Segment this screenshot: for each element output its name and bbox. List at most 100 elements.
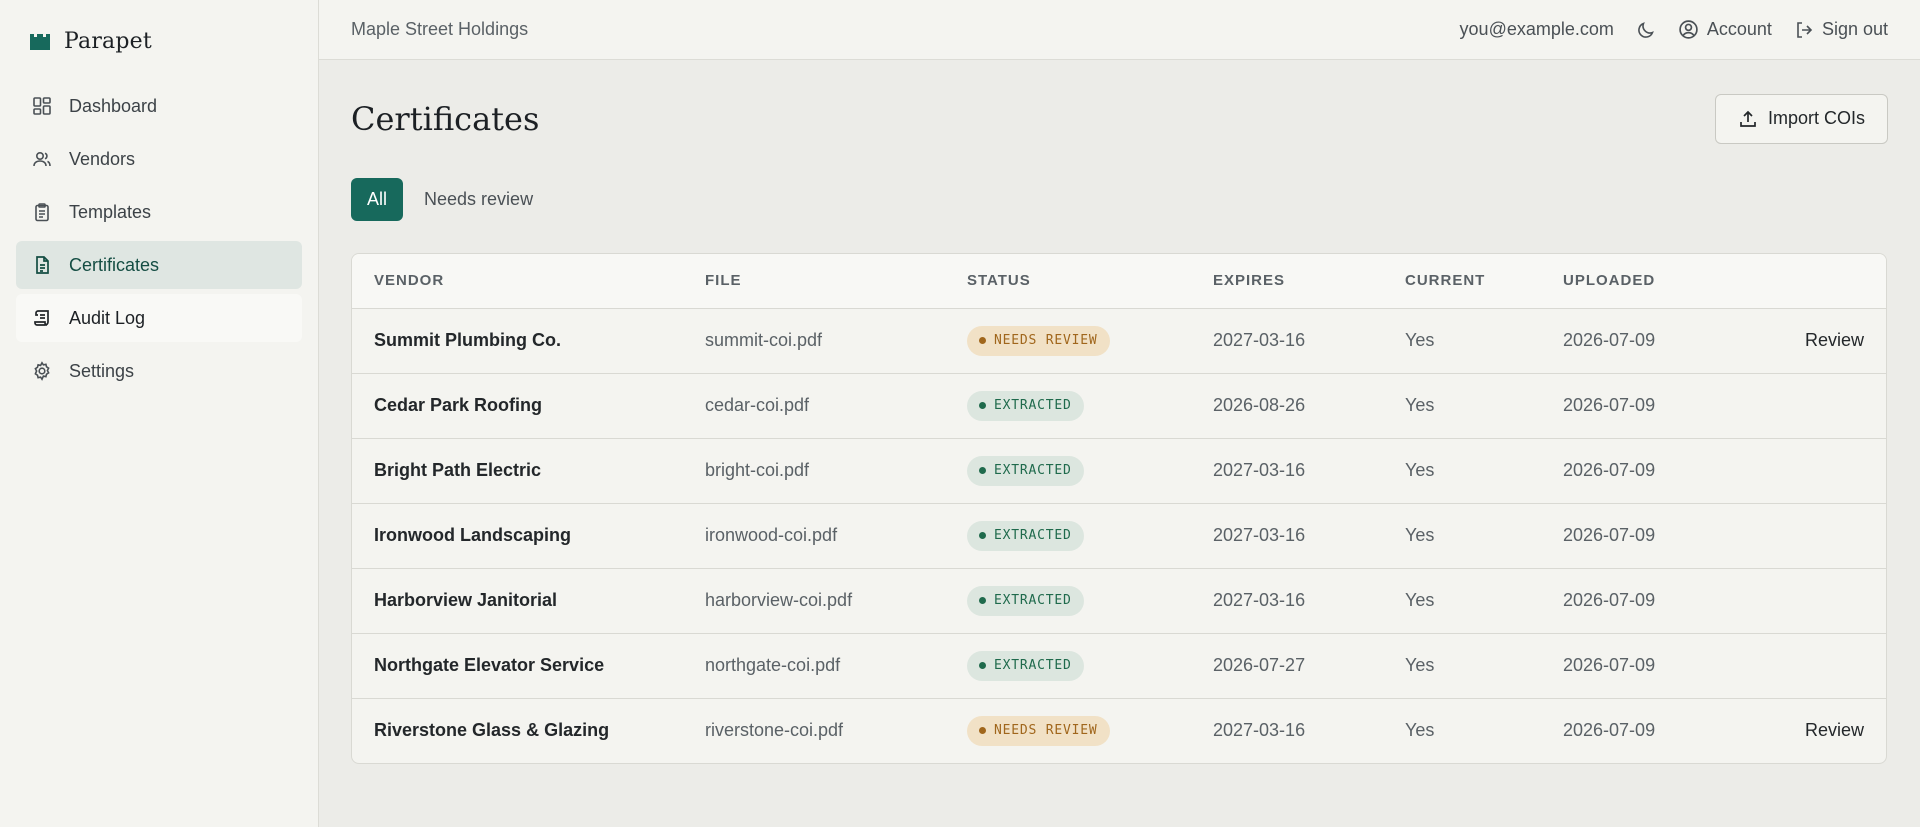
status-label: EXTRACTED bbox=[994, 528, 1072, 543]
table-header-row: VENDOR FILE STATUS EXPIRES CURRENT UPLOA… bbox=[352, 254, 1886, 309]
page-content: Certificates Import COIs All Needs revie… bbox=[319, 60, 1920, 764]
sidebar-item-templates[interactable]: Templates bbox=[16, 188, 302, 236]
row-action-cell bbox=[1743, 503, 1886, 569]
sidebar-item-audit-log[interactable]: Audit Log bbox=[16, 294, 302, 342]
status-label: NEEDS REVIEW bbox=[994, 333, 1098, 348]
sidebar-item-label: Dashboard bbox=[69, 95, 158, 116]
status-label: EXTRACTED bbox=[994, 658, 1072, 673]
sidebar-item-dashboard[interactable]: Dashboard bbox=[16, 82, 302, 130]
column-header-vendor[interactable]: VENDOR bbox=[352, 254, 705, 309]
table-row[interactable]: Harborview Janitorial harborview-coi.pdf… bbox=[352, 568, 1886, 634]
column-header-file[interactable]: FILE bbox=[705, 254, 967, 309]
row-action-cell bbox=[1743, 633, 1886, 699]
vendor-name: Northgate Elevator Service bbox=[352, 633, 705, 699]
sidebar-item-label: Settings bbox=[69, 360, 135, 381]
document-icon bbox=[36, 256, 49, 274]
uploaded-date: 2026-07-09 bbox=[1563, 633, 1743, 699]
sidebar-item-label: Audit Log bbox=[69, 307, 146, 328]
uploaded-date: 2026-07-09 bbox=[1563, 438, 1743, 504]
status-badge: NEEDS REVIEW bbox=[967, 325, 1110, 356]
status-dot bbox=[979, 532, 986, 539]
expires-date: 2027-03-16 bbox=[1213, 720, 1306, 741]
sign-out-link[interactable]: Sign out bbox=[1794, 19, 1888, 40]
sign-out-label: Sign out bbox=[1821, 19, 1888, 39]
status-badge: EXTRACTED bbox=[967, 390, 1084, 421]
table-row[interactable]: Riverstone Glass & Glazing riverstone-co… bbox=[352, 698, 1886, 763]
status-dot bbox=[979, 402, 986, 409]
page-header: Certificates Import COIs bbox=[351, 60, 1888, 177]
vendor-name: Ironwood Landscaping bbox=[352, 503, 705, 569]
current-flag: Yes bbox=[1405, 438, 1563, 504]
status-label: EXTRACTED bbox=[994, 398, 1072, 413]
table-row[interactable]: Cedar Park Roofing cedar-coi.pdf EXTRACT… bbox=[352, 373, 1886, 439]
vendor-name: Bright Path Electric bbox=[352, 438, 705, 504]
status-dot bbox=[979, 727, 986, 735]
uploaded-date: 2026-07-09 bbox=[1563, 568, 1743, 634]
vendor-name: Cedar Park Roofing bbox=[352, 373, 705, 439]
sidebar-item-vendors[interactable]: Vendors bbox=[16, 135, 302, 183]
status-label: EXTRACTED bbox=[994, 463, 1072, 478]
expires-date: 2027-03-16 bbox=[1213, 438, 1405, 504]
row-action-cell bbox=[1743, 568, 1886, 634]
file-name: bright-coi.pdf bbox=[705, 438, 967, 504]
upload-icon bbox=[1740, 110, 1756, 127]
uploaded-date: 2026-07-09 bbox=[1563, 720, 1656, 741]
status-dot bbox=[979, 337, 986, 344]
import-cois-label: Import COIs bbox=[1767, 108, 1865, 128]
clipboard-icon bbox=[35, 203, 49, 222]
status-dot bbox=[979, 662, 986, 669]
sign-out-icon bbox=[1797, 21, 1813, 38]
certificates-table: VENDOR FILE STATUS EXPIRES CURRENT UPLOA… bbox=[351, 253, 1887, 764]
status-badge: EXTRACTED bbox=[967, 585, 1084, 616]
status-label: NEEDS REVIEW bbox=[994, 723, 1098, 739]
status-badge: EXTRACTED bbox=[967, 650, 1084, 681]
current-flag: Yes bbox=[1405, 633, 1563, 699]
sidebar-item-label: Vendors bbox=[69, 148, 136, 169]
user-circle-icon bbox=[1679, 20, 1698, 39]
uploaded-date: 2026-07-09 bbox=[1563, 503, 1743, 569]
brand-name: Parapet bbox=[64, 28, 152, 54]
import-cois-button[interactable]: Import COIs bbox=[1714, 93, 1888, 144]
table-row[interactable]: Ironwood Landscaping ironwood-coi.pdf EX… bbox=[352, 503, 1886, 569]
sidebar: Parapet Dashboard Vendors Templates Cert… bbox=[0, 0, 319, 827]
expires-date: 2027-03-16 bbox=[1213, 308, 1405, 374]
column-header-expires[interactable]: EXPIRES bbox=[1213, 254, 1405, 309]
page-title: Certificates bbox=[351, 99, 540, 138]
org-name: Maple Street Holdings bbox=[351, 19, 529, 39]
parapet-logo-icon bbox=[30, 32, 50, 50]
current-flag: Yes bbox=[1405, 373, 1563, 439]
column-header-status[interactable]: STATUS bbox=[967, 254, 1213, 309]
uploaded-date: 2026-07-09 bbox=[1563, 373, 1743, 439]
status-dot bbox=[979, 597, 986, 604]
current-flag: Yes bbox=[1405, 720, 1435, 741]
file-name: cedar-coi.pdf bbox=[705, 373, 967, 439]
uploaded-date: 2026-07-09 bbox=[1563, 308, 1743, 374]
row-action-cell bbox=[1743, 373, 1886, 439]
topbar-actions: you@example.com Account Sign out bbox=[1460, 19, 1888, 40]
account-link[interactable]: Account bbox=[1678, 19, 1772, 40]
table-row[interactable]: Bright Path Electric bright-coi.pdf EXTR… bbox=[352, 438, 1886, 504]
table-row[interactable]: Northgate Elevator Service northgate-coi… bbox=[352, 633, 1886, 699]
tab-needs-review[interactable]: Needs review bbox=[408, 178, 549, 221]
brand[interactable]: Parapet bbox=[0, 0, 318, 82]
account-label: Account bbox=[1706, 19, 1772, 39]
table-row[interactable]: Summit Plumbing Co. summit-coi.pdf NEEDS… bbox=[352, 308, 1886, 374]
sidebar-item-settings[interactable]: Settings bbox=[16, 347, 302, 395]
sidebar-item-label: Templates bbox=[69, 201, 152, 222]
column-header-current[interactable]: CURRENT bbox=[1405, 254, 1563, 309]
tab-all[interactable]: All bbox=[351, 178, 404, 221]
sidebar-item-label: Certificates bbox=[69, 254, 160, 275]
vendor-name: Riverstone Glass & Glazing bbox=[374, 720, 610, 741]
user-email: you@example.com bbox=[1459, 19, 1614, 39]
vendor-name: Harborview Janitorial bbox=[352, 568, 705, 634]
gear-icon bbox=[34, 361, 50, 381]
current-flag: Yes bbox=[1405, 503, 1563, 569]
review-link[interactable]: Review bbox=[1805, 720, 1864, 740]
theme-toggle-button[interactable] bbox=[1636, 20, 1656, 40]
sidebar-item-certificates[interactable]: Certificates bbox=[16, 241, 302, 289]
vendor-name: Summit Plumbing Co. bbox=[352, 308, 705, 374]
file-name: riverstone-coi.pdf bbox=[705, 720, 844, 741]
column-header-uploaded[interactable]: UPLOADED bbox=[1563, 254, 1743, 309]
review-link[interactable]: Review bbox=[1805, 330, 1864, 350]
topbar: Maple Street Holdings you@example.com Ac… bbox=[319, 0, 1920, 60]
